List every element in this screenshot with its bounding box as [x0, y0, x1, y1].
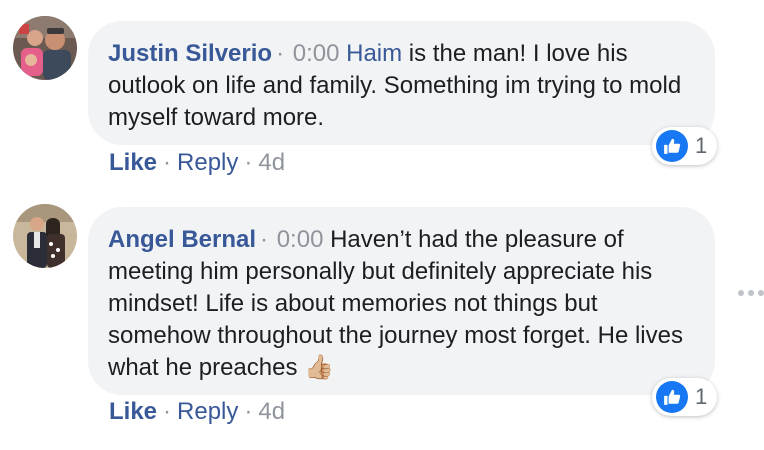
comment-age[interactable]: 4d — [258, 398, 285, 425]
separator: · — [244, 398, 253, 425]
avatar[interactable] — [13, 204, 77, 268]
comment-bubble: Angel Bernal · 0:00 Haven’t had the pleas… — [88, 207, 715, 395]
reply-link[interactable]: Reply — [177, 149, 238, 176]
mention-link[interactable]: Haim — [346, 40, 402, 67]
separator: · — [163, 149, 172, 176]
reaction-summary[interactable]: 1 — [652, 378, 718, 416]
separator: · — [276, 40, 285, 67]
comment-actions: Like · Reply · 4d — [109, 149, 285, 177]
comment-timestamp[interactable]: 0:00 — [277, 226, 324, 253]
more-dot — [758, 290, 764, 296]
comments-section: Justin Silverio · 0:00 Haim is the man! I… — [0, 0, 764, 450]
comment-bubble: Justin Silverio · 0:00 Haim is the man! I… — [88, 21, 715, 145]
separator: · — [260, 226, 269, 253]
reaction-count: 1 — [695, 133, 708, 158]
thumbs-up-emoji: 👍🏼 — [304, 354, 335, 381]
like-link[interactable]: Like — [109, 149, 157, 176]
like-link[interactable]: Like — [109, 398, 157, 425]
comment-timestamp[interactable]: 0:00 — [293, 40, 340, 67]
reaction-summary[interactable]: 1 — [652, 127, 718, 165]
separator: · — [163, 398, 172, 425]
thumbs-up-icon — [656, 130, 688, 162]
thumbs-up-icon — [656, 381, 688, 413]
comment-author[interactable]: Justin Silverio — [108, 40, 272, 67]
comment-actions: Like · Reply · 4d — [109, 398, 285, 426]
reaction-count: 1 — [695, 384, 708, 409]
reply-link[interactable]: Reply — [177, 398, 238, 425]
comment-author[interactable]: Angel Bernal — [108, 226, 256, 253]
more-dot — [748, 290, 754, 296]
separator: · — [244, 149, 253, 176]
more-dot — [738, 290, 744, 296]
comment-age[interactable]: 4d — [258, 149, 285, 176]
avatar[interactable] — [13, 16, 77, 80]
more-options-icon[interactable] — [738, 290, 764, 296]
